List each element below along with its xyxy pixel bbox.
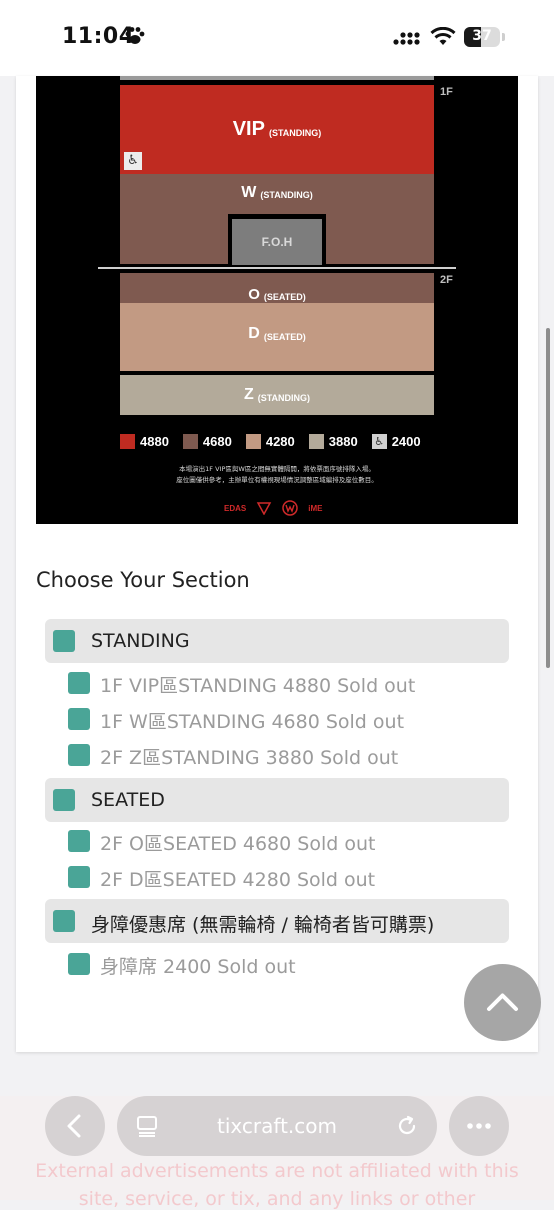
- floor-label-1f: 1F: [440, 86, 453, 98]
- battery-icon: 37: [464, 27, 505, 47]
- chevron-up-icon: [487, 993, 518, 1011]
- battery-level: 37: [472, 28, 492, 44]
- price-legend: 4880 4680 4280 3880 ♿ 2400: [120, 434, 435, 449]
- category-seated[interactable]: SEATED: [45, 778, 509, 822]
- floor-label-2f: 2F: [440, 274, 453, 286]
- legend-item: ♿ 2400: [371, 434, 421, 449]
- zone-d: D (SEATED): [120, 303, 434, 371]
- w-logo: [282, 500, 298, 516]
- chevron-left-icon: [67, 1114, 81, 1138]
- section-checkbox[interactable]: [68, 953, 90, 975]
- wheelchair-icon: ♿: [124, 152, 142, 170]
- section-label: 2F O區SEATED 4680 Sold out: [100, 833, 376, 855]
- category-label: STANDING: [91, 630, 190, 652]
- legend-item: 3880: [308, 434, 358, 449]
- edas-logo: EDAS: [224, 503, 247, 513]
- category-checkbox[interactable]: [53, 789, 75, 811]
- category-label: SEATED: [91, 789, 165, 811]
- section-checkbox[interactable]: [68, 672, 90, 694]
- url-text: tixcraft.com: [217, 1114, 337, 1138]
- address-bar[interactable]: tixcraft.com: [117, 1096, 437, 1156]
- section-checkbox[interactable]: [68, 866, 90, 888]
- wifi-icon: [430, 27, 456, 45]
- section-heading: Choose Your Section: [36, 568, 250, 592]
- paw-icon: [125, 27, 145, 44]
- section-checkbox[interactable]: [68, 744, 90, 766]
- map-note-1: 本場演出1F VIP區與W區之間無實體隔開，將依票面序號排隊入場。: [179, 465, 375, 473]
- section-label: 2F Z區STANDING 3880 Sold out: [100, 747, 399, 769]
- reload-icon[interactable]: [395, 1114, 419, 1138]
- legend-item: 4280: [245, 434, 295, 449]
- back-button[interactable]: [45, 1096, 105, 1156]
- stage-edge: [120, 76, 434, 80]
- more-button[interactable]: [449, 1096, 509, 1156]
- browser-toolbar: tixcraft.com External advertisements are…: [0, 1096, 554, 1210]
- more-icon: [467, 1123, 491, 1129]
- status-bar: 11:04 37: [0, 0, 554, 76]
- page-card: 1F 2F VIP (STANDING) ♿ W (STANDING) F.O.H …: [16, 76, 538, 1052]
- sponsor-logos: EDAS iME: [224, 500, 322, 516]
- legend-item: 4880: [120, 434, 169, 449]
- ime-logo: iME: [308, 503, 323, 513]
- wheelchair-icon: ♿: [371, 434, 387, 449]
- category-accessible[interactable]: 身障優惠席 (無需輪椅 / 輪椅者皆可購票): [45, 899, 509, 943]
- seat-map: 1F 2F VIP (STANDING) ♿ W (STANDING) F.O.H …: [36, 76, 518, 524]
- zone-foh: F.O.H: [228, 214, 326, 268]
- zone-z: Z (STANDING): [120, 375, 434, 415]
- badge-logo: [256, 502, 272, 515]
- category-checkbox[interactable]: [53, 910, 75, 932]
- zone-o: O (SEATED): [120, 273, 434, 303]
- legend-item: 4680: [182, 434, 232, 449]
- section-label: 身障席 2400 Sold out: [100, 956, 296, 978]
- category-standing[interactable]: STANDING: [45, 619, 509, 663]
- zone-vip: VIP (STANDING): [120, 85, 434, 174]
- section-checkbox[interactable]: [68, 708, 90, 730]
- category-checkbox[interactable]: [53, 630, 75, 652]
- ad-disclaimer-line2: site, service, or tix, and any links or …: [78, 1188, 476, 1210]
- section-label: 2F D區SEATED 4280 Sold out: [100, 869, 376, 891]
- scrollbar[interactable]: [546, 328, 550, 668]
- category-label: 身障優惠席 (無需輪椅 / 輪椅者皆可購票): [91, 914, 435, 936]
- map-note-2: 座位圖僅供參考，主辦單位有權視現場情況調整區域編排及座位數目。: [176, 476, 378, 484]
- section-checkbox[interactable]: [68, 830, 90, 852]
- ad-disclaimer-line1: External advertisements are not affiliat…: [35, 1160, 519, 1182]
- signal-icon: [393, 32, 420, 45]
- scroll-top-button[interactable]: [464, 964, 541, 1041]
- section-label: 1F W區STANDING 4680 Sold out: [100, 711, 405, 733]
- section-label: 1F VIP區STANDING 4880 Sold out: [100, 675, 416, 697]
